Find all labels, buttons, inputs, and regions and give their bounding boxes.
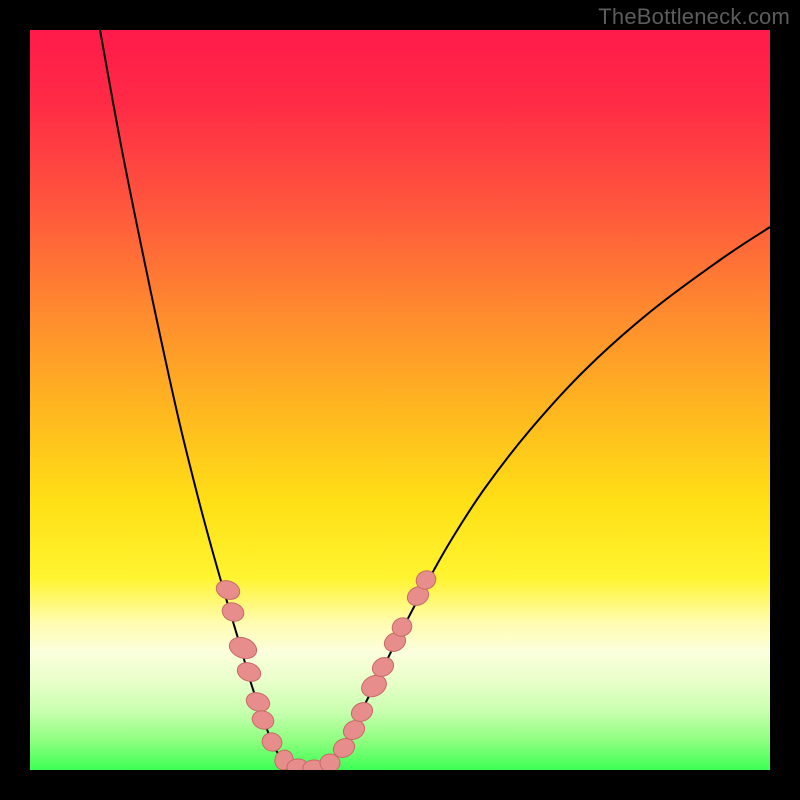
data-bead: [250, 708, 277, 732]
chart-root: TheBottleneck.com: [0, 0, 800, 800]
data-bead: [226, 634, 259, 662]
curve-layer: [30, 30, 770, 770]
plot-area: [30, 30, 770, 770]
bottleneck-curve: [100, 30, 770, 770]
data-bead: [260, 730, 285, 754]
data-bead: [235, 659, 264, 684]
bead-group: [214, 567, 439, 770]
attribution-label: TheBottleneck.com: [598, 4, 790, 30]
data-bead: [220, 600, 247, 624]
data-bead: [214, 577, 243, 602]
